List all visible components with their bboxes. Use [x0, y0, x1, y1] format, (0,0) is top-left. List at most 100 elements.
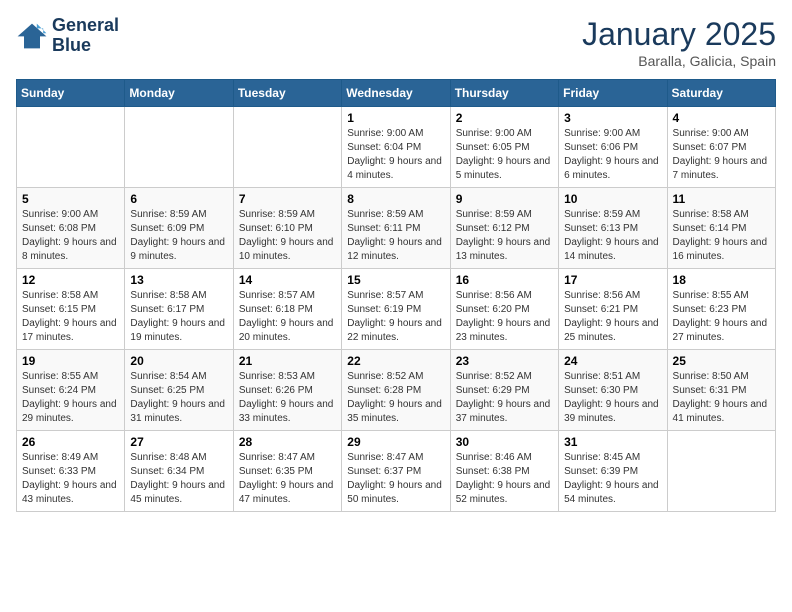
- day-info: Sunrise: 8:47 AMSunset: 6:35 PMDaylight:…: [239, 451, 336, 507]
- day-number: 1: [347, 111, 444, 125]
- calendar-cell: 7 Sunrise: 8:59 AMSunset: 6:10 PMDaylight…: [233, 188, 341, 269]
- day-info: Sunrise: 9:00 AMSunset: 6:04 PMDaylight:…: [347, 127, 444, 183]
- calendar-cell: [125, 107, 233, 188]
- day-number: 7: [239, 192, 336, 206]
- day-number: 22: [347, 354, 444, 368]
- day-number: 29: [347, 435, 444, 449]
- day-info: Sunrise: 8:56 AMSunset: 6:20 PMDaylight:…: [456, 289, 553, 345]
- day-info: Sunrise: 8:45 AMSunset: 6:39 PMDaylight:…: [564, 451, 661, 507]
- weekday-header: Friday: [559, 80, 667, 107]
- day-info: Sunrise: 8:53 AMSunset: 6:26 PMDaylight:…: [239, 370, 336, 426]
- calendar-cell: [17, 107, 125, 188]
- day-info: Sunrise: 9:00 AMSunset: 6:05 PMDaylight:…: [456, 127, 553, 183]
- title-block: January 2025 Baralla, Galicia, Spain: [582, 16, 776, 69]
- day-info: Sunrise: 8:59 AMSunset: 6:09 PMDaylight:…: [130, 208, 227, 264]
- day-info: Sunrise: 8:51 AMSunset: 6:30 PMDaylight:…: [564, 370, 661, 426]
- calendar-cell: 18 Sunrise: 8:55 AMSunset: 6:23 PMDayligh…: [667, 269, 775, 350]
- location: Baralla, Galicia, Spain: [582, 53, 776, 69]
- calendar-cell: 20Sunrise: 8:54 AMSunset: 6:25 PMDayligh…: [125, 350, 233, 431]
- calendar-cell: 15Sunrise: 8:57 AMSunset: 6:19 PMDayligh…: [342, 269, 450, 350]
- day-number: 2: [456, 111, 553, 125]
- day-number: 11: [673, 192, 770, 206]
- calendar-cell: 22 Sunrise: 8:52 AMSunset: 6:28 PMDayligh…: [342, 350, 450, 431]
- calendar-week-row: 12Sunrise: 8:58 AMSunset: 6:15 PMDayligh…: [17, 269, 776, 350]
- calendar-cell: [233, 107, 341, 188]
- logo: General Blue: [16, 16, 119, 56]
- calendar-cell: 3 Sunrise: 9:00 AMSunset: 6:06 PMDaylight…: [559, 107, 667, 188]
- day-info: Sunrise: 8:59 AMSunset: 6:13 PMDaylight:…: [564, 208, 661, 264]
- calendar-cell: 26 Sunrise: 8:49 AMSunset: 6:33 PMDayligh…: [17, 431, 125, 512]
- calendar-cell: 27 Sunrise: 8:48 AMSunset: 6:34 PMDayligh…: [125, 431, 233, 512]
- calendar-week-row: 19 Sunrise: 8:55 AMSunset: 6:24 PMDayligh…: [17, 350, 776, 431]
- day-info: Sunrise: 8:59 AMSunset: 6:12 PMDaylight:…: [456, 208, 553, 264]
- calendar-cell: 29 Sunrise: 8:47 AMSunset: 6:37 PMDayligh…: [342, 431, 450, 512]
- calendar-cell: 12Sunrise: 8:58 AMSunset: 6:15 PMDayligh…: [17, 269, 125, 350]
- day-number: 12: [22, 273, 119, 287]
- day-number: 25: [673, 354, 770, 368]
- day-info: Sunrise: 8:59 AMSunset: 6:11 PMDaylight:…: [347, 208, 444, 264]
- calendar-week-row: 26 Sunrise: 8:49 AMSunset: 6:33 PMDayligh…: [17, 431, 776, 512]
- day-number: 18: [673, 273, 770, 287]
- day-info: Sunrise: 8:52 AMSunset: 6:28 PMDaylight:…: [347, 370, 444, 426]
- day-info: Sunrise: 8:47 AMSunset: 6:37 PMDaylight:…: [347, 451, 444, 507]
- calendar-cell: 11 Sunrise: 8:58 AMSunset: 6:14 PMDayligh…: [667, 188, 775, 269]
- calendar-cell: 21 Sunrise: 8:53 AMSunset: 6:26 PMDayligh…: [233, 350, 341, 431]
- calendar-cell: 13Sunrise: 8:58 AMSunset: 6:17 PMDayligh…: [125, 269, 233, 350]
- day-number: 26: [22, 435, 119, 449]
- month-title: January 2025: [582, 16, 776, 53]
- calendar-cell: 24 Sunrise: 8:51 AMSunset: 6:30 PMDayligh…: [559, 350, 667, 431]
- calendar-cell: 4 Sunrise: 9:00 AMSunset: 6:07 PMDaylight…: [667, 107, 775, 188]
- day-number: 27: [130, 435, 227, 449]
- calendar-cell: 30 Sunrise: 8:46 AMSunset: 6:38 PMDayligh…: [450, 431, 558, 512]
- calendar-cell: 9Sunrise: 8:59 AMSunset: 6:12 PMDaylight…: [450, 188, 558, 269]
- day-info: Sunrise: 8:56 AMSunset: 6:21 PMDaylight:…: [564, 289, 661, 345]
- calendar-cell: [667, 431, 775, 512]
- calendar-cell: 25 Sunrise: 8:50 AMSunset: 6:31 PMDayligh…: [667, 350, 775, 431]
- calendar-cell: 5 Sunrise: 9:00 AMSunset: 6:08 PMDaylight…: [17, 188, 125, 269]
- weekday-header: Monday: [125, 80, 233, 107]
- day-number: 17: [564, 273, 661, 287]
- day-info: Sunrise: 8:55 AMSunset: 6:24 PMDaylight:…: [22, 370, 119, 426]
- day-number: 21: [239, 354, 336, 368]
- day-number: 5: [22, 192, 119, 206]
- day-number: 24: [564, 354, 661, 368]
- day-number: 6: [130, 192, 227, 206]
- calendar-cell: 14 Sunrise: 8:57 AMSunset: 6:18 PMDayligh…: [233, 269, 341, 350]
- day-info: Sunrise: 8:57 AMSunset: 6:18 PMDaylight:…: [239, 289, 336, 345]
- weekday-header: Sunday: [17, 80, 125, 107]
- day-info: Sunrise: 8:49 AMSunset: 6:33 PMDaylight:…: [22, 451, 119, 507]
- day-info: Sunrise: 8:48 AMSunset: 6:34 PMDaylight:…: [130, 451, 227, 507]
- day-info: Sunrise: 8:58 AMSunset: 6:14 PMDaylight:…: [673, 208, 770, 264]
- calendar-table: SundayMondayTuesdayWednesdayThursdayFrid…: [16, 79, 776, 512]
- calendar-cell: 17 Sunrise: 8:56 AMSunset: 6:21 PMDayligh…: [559, 269, 667, 350]
- logo-text: General Blue: [52, 16, 119, 56]
- calendar-cell: 31 Sunrise: 8:45 AMSunset: 6:39 PMDayligh…: [559, 431, 667, 512]
- day-info: Sunrise: 9:00 AMSunset: 6:06 PMDaylight:…: [564, 127, 661, 183]
- day-number: 3: [564, 111, 661, 125]
- weekday-header: Wednesday: [342, 80, 450, 107]
- calendar-week-row: 5 Sunrise: 9:00 AMSunset: 6:08 PMDaylight…: [17, 188, 776, 269]
- calendar-cell: 23Sunrise: 8:52 AMSunset: 6:29 PMDayligh…: [450, 350, 558, 431]
- calendar-cell: 8 Sunrise: 8:59 AMSunset: 6:11 PMDaylight…: [342, 188, 450, 269]
- day-number: 8: [347, 192, 444, 206]
- weekday-header: Thursday: [450, 80, 558, 107]
- day-info: Sunrise: 9:00 AMSunset: 6:07 PMDaylight:…: [673, 127, 770, 183]
- day-info: Sunrise: 8:46 AMSunset: 6:38 PMDaylight:…: [456, 451, 553, 507]
- day-info: Sunrise: 8:55 AMSunset: 6:23 PMDaylight:…: [673, 289, 770, 345]
- day-info: Sunrise: 8:59 AMSunset: 6:10 PMDaylight:…: [239, 208, 336, 264]
- day-number: 16: [456, 273, 553, 287]
- calendar-cell: 28Sunrise: 8:47 AMSunset: 6:35 PMDayligh…: [233, 431, 341, 512]
- calendar-week-row: 1 Sunrise: 9:00 AMSunset: 6:04 PMDaylight…: [17, 107, 776, 188]
- logo-icon: [16, 22, 48, 50]
- day-number: 10: [564, 192, 661, 206]
- day-number: 31: [564, 435, 661, 449]
- day-info: Sunrise: 9:00 AMSunset: 6:08 PMDaylight:…: [22, 208, 119, 264]
- day-number: 14: [239, 273, 336, 287]
- day-number: 19: [22, 354, 119, 368]
- day-number: 23: [456, 354, 553, 368]
- calendar-cell: 19 Sunrise: 8:55 AMSunset: 6:24 PMDayligh…: [17, 350, 125, 431]
- day-number: 15: [347, 273, 444, 287]
- day-number: 4: [673, 111, 770, 125]
- day-info: Sunrise: 8:50 AMSunset: 6:31 PMDaylight:…: [673, 370, 770, 426]
- day-number: 30: [456, 435, 553, 449]
